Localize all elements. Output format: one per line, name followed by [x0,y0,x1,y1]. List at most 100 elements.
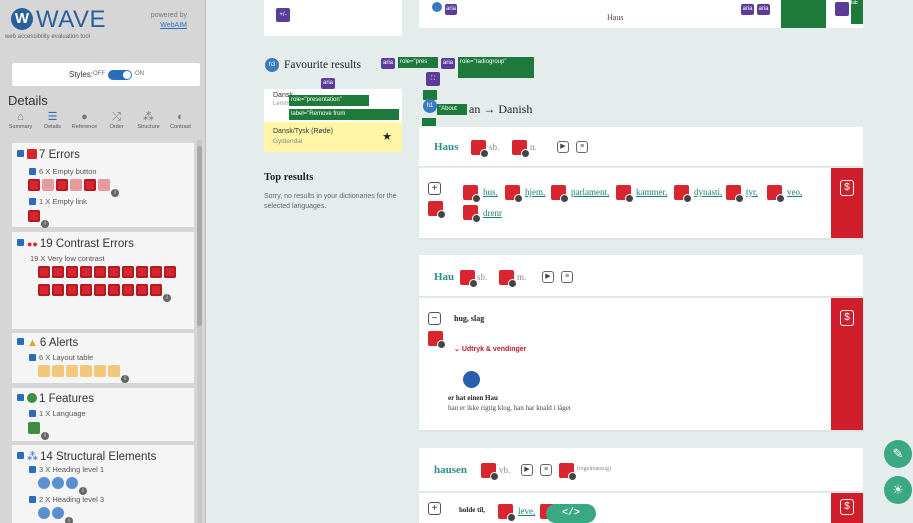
heading-icon[interactable] [52,507,64,519]
contrast-error-icon[interactable] [66,266,78,278]
details-scrollbar[interactable] [197,140,202,523]
contrast-error-icon[interactable] [164,266,176,278]
translation-link[interactable]: hus, [483,187,498,197]
contrast-error-icon[interactable] [38,284,50,296]
more-info-icon[interactable]: i [41,432,49,440]
heading-icon[interactable] [38,477,50,489]
heading-icon[interactable] [38,507,50,519]
error-icon[interactable] [481,463,499,481]
error-icon[interactable] [512,140,530,158]
alert-icon[interactable] [94,365,106,377]
translation-link[interactable]: drenr [483,208,502,218]
checkbox-icon[interactable] [17,239,24,247]
error-icon[interactable] [28,179,40,191]
checkbox-icon[interactable] [29,409,36,417]
webaim-link[interactable]: WebAIM [160,22,187,29]
language-item[interactable]: 1 X Language [29,409,86,418]
heading-icon[interactable] [66,477,78,489]
error-icon[interactable] [56,179,68,191]
language-feature-icon[interactable] [28,422,40,434]
error-icon[interactable] [499,270,517,288]
scrollbar-thumb[interactable] [197,146,202,326]
checkbox-icon[interactable] [17,150,24,158]
error-icon[interactable] [460,270,478,288]
chat-icon[interactable]: ✎ [884,440,912,468]
translation-link[interactable]: dynasti, [694,187,722,197]
error-icon[interactable] [471,140,489,158]
contrast-error-icon[interactable] [38,266,50,278]
fav-item-card[interactable]: Dansk/Tysk (Røde) Gyldendal ★ [264,122,402,152]
low-contrast-label[interactable]: 19 X Very low contrast [30,254,105,263]
checkbox-icon[interactable] [29,197,36,205]
document-icon[interactable]: ≡ [561,271,573,283]
translation-link[interactable]: parlament, [571,187,609,197]
features-heading[interactable]: 1 Features [17,392,94,405]
alert-icon[interactable] [38,365,50,377]
checkbox-icon[interactable] [29,465,36,473]
error-icon[interactable] [559,463,577,481]
error-icon[interactable] [42,179,54,191]
contrast-error-icon[interactable] [136,266,148,278]
play-icon[interactable]: ▶ [557,141,569,153]
error-icon[interactable] [428,201,446,219]
alert-icon[interactable] [80,365,92,377]
structural-heading[interactable]: ⁂ 14 Structural Elements [17,450,156,463]
alert-icon[interactable] [66,365,78,377]
expand-icon[interactable]: + [428,502,441,515]
checkbox-icon[interactable] [17,452,24,460]
star-icon[interactable]: ★ [382,130,392,143]
more-info-icon[interactable]: i [65,517,73,523]
checkbox-icon[interactable] [17,338,24,346]
errors-heading[interactable]: 7 Errors [17,148,80,161]
play-icon[interactable]: ▶ [521,464,533,476]
checkbox-icon[interactable] [29,495,36,503]
translation-link[interactable]: kammer, [636,187,667,197]
contrast-error-icon[interactable] [150,266,162,278]
error-icon[interactable] [616,185,634,203]
document-icon[interactable]: ≡ [540,464,552,476]
expand-icon[interactable]: + [428,182,441,195]
error-icon[interactable] [463,185,481,203]
checkbox-icon[interactable] [29,167,36,175]
tab-reference[interactable]: ● Reference [69,110,100,138]
tab-summary[interactable]: ⌂ Summary [5,110,36,138]
heading-icon[interactable] [52,477,64,489]
contrast-error-icon[interactable] [108,266,120,278]
error-icon[interactable] [98,179,110,191]
contrast-error-icon[interactable] [52,284,64,296]
heading3-item[interactable]: 2 X Heading level 3 [29,495,104,504]
heading1-item[interactable]: 3 X Heading level 1 [29,465,104,474]
dictionary-icon[interactable]: $ [840,310,854,326]
layout-table-item[interactable]: 6 X Layout table [29,353,93,362]
error-icon[interactable] [551,185,569,203]
translation-link[interactable]: veo, [787,187,802,197]
checkbox-icon[interactable] [29,353,36,361]
empty-button-item[interactable]: 6 X Empty button [29,167,97,176]
contrast-error-icon[interactable] [52,266,64,278]
idioms-toggle[interactable]: ⌄ Udtryk & vendinger [454,345,526,353]
translation-link[interactable]: leve, [518,506,535,516]
more-info-icon[interactable]: i [121,375,129,383]
contrast-error-icon[interactable] [136,284,148,296]
error-icon[interactable] [70,179,82,191]
more-info-icon[interactable]: i [111,189,119,197]
tab-contrast[interactable]: ◐ Contrast [165,110,196,138]
lightbulb-icon[interactable]: ☀ [884,476,912,504]
contrast-error-icon[interactable] [150,284,162,296]
collapse-icon[interactable]: − [428,312,441,325]
tab-structure[interactable]: ⁂ Structure [133,110,164,138]
contrast-error-icon[interactable] [66,284,78,296]
translation-link[interactable]: tyr, [746,187,758,197]
empty-link-item[interactable]: 1 X Empty link [29,197,87,206]
contrast-error-icon[interactable] [80,266,92,278]
error-icon[interactable] [498,504,516,522]
contrast-error-icon[interactable] [80,284,92,296]
more-info-icon[interactable]: i [163,294,171,302]
tab-order[interactable]: ⤮ Order [101,110,132,138]
contrast-error-icon[interactable] [122,266,134,278]
alert-icon[interactable] [52,365,64,377]
contrast-heading[interactable]: ●● 19 Contrast Errors [17,238,134,250]
checkbox-icon[interactable] [17,394,24,402]
more-info-icon[interactable]: i [41,220,49,228]
play-icon[interactable]: ▶ [542,271,554,283]
